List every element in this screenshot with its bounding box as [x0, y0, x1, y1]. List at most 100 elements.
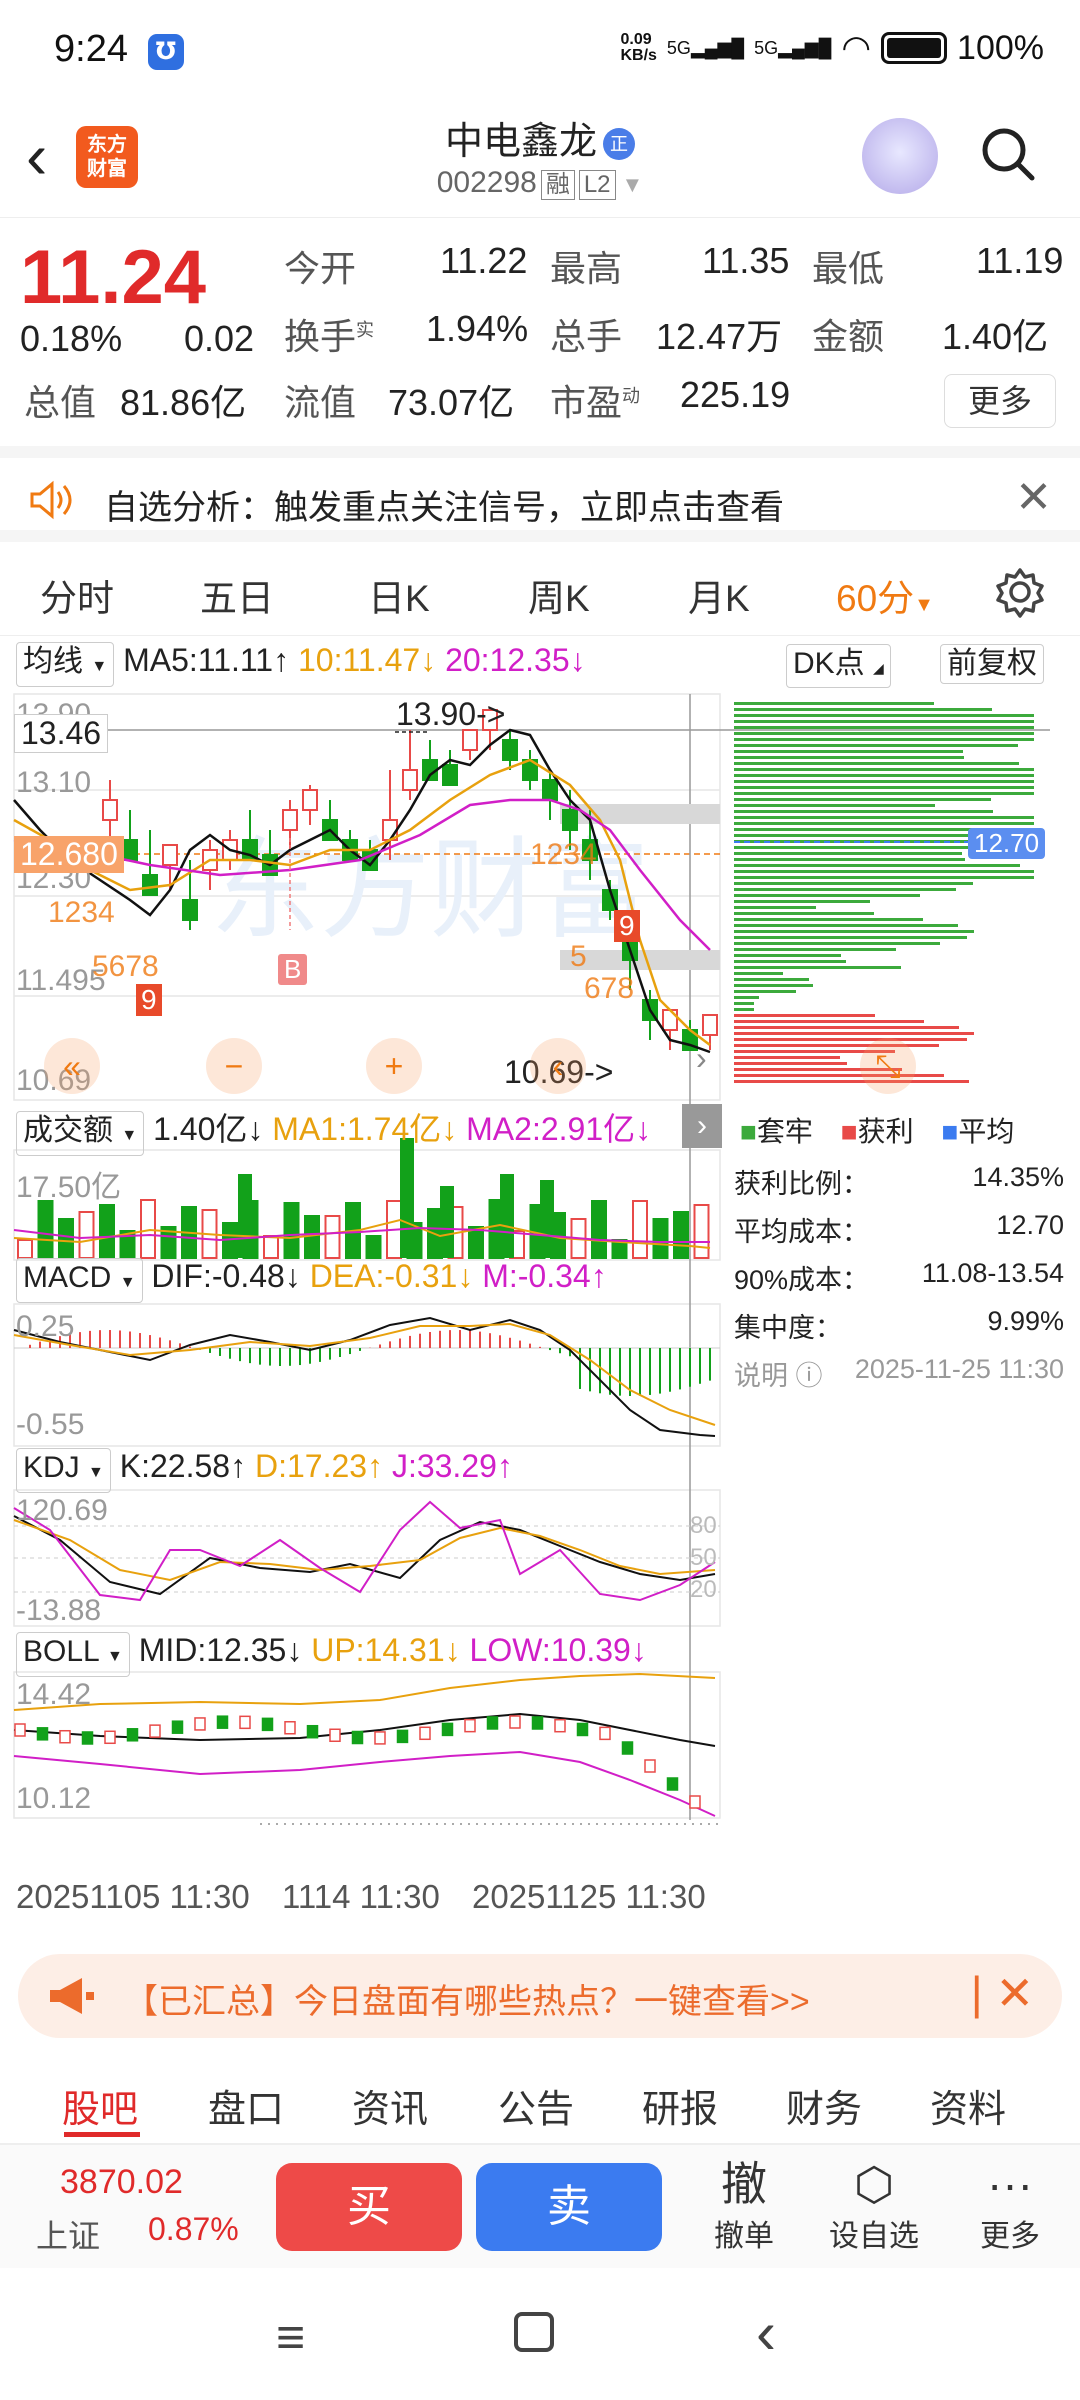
- chip-bar: [734, 936, 967, 939]
- dk-dropdown[interactable]: DK点 ◢: [786, 644, 891, 688]
- tab-announcements[interactable]: 公告: [498, 2078, 574, 2133]
- volume-dropdown[interactable]: 成交额 ▼: [16, 1111, 145, 1156]
- menu-icon[interactable]: ≡: [276, 2308, 305, 2366]
- chip-bar: [734, 1026, 959, 1029]
- chip-bar: [734, 978, 809, 981]
- more-menu-button[interactable]: ··· 更多: [950, 2157, 1070, 2255]
- boll-indicator-row: BOLL ▼ MID:12.35↓ UP:14.31↓ LOW:10.39↓: [16, 1632, 647, 1677]
- close-icon[interactable]: ✕: [1015, 472, 1052, 523]
- high-label: 最高: [550, 248, 623, 289]
- volume-ma2: MA2:2.91亿↓: [466, 1111, 652, 1147]
- index-change[interactable]: 0.87%: [148, 2211, 239, 2248]
- volume-bar: [17, 1239, 33, 1259]
- chip-bar: [734, 804, 935, 807]
- tab-60min-label: 60分: [836, 578, 915, 619]
- tab-monthly-k[interactable]: 月K: [688, 568, 750, 622]
- arrow-right-icon[interactable]: ›: [696, 1040, 707, 1077]
- settings-gear-icon[interactable]: [994, 566, 1046, 618]
- chip-bar: [734, 1062, 847, 1065]
- megaphone-icon: [50, 1978, 94, 2014]
- volume-indicator-row: 成交额 ▼ 1.40亿↓ MA1:1.74亿↓ MA2:2.91亿↓: [16, 1104, 651, 1156]
- kdj-level-20: 20: [690, 1576, 717, 1603]
- back-nav-icon[interactable]: ‹: [756, 2298, 776, 2367]
- tab-timeshare[interactable]: 分时: [40, 568, 114, 622]
- chip-bar: [734, 732, 1034, 735]
- scroll-left-icon[interactable]: «: [44, 1038, 100, 1094]
- home-icon[interactable]: [514, 2312, 554, 2352]
- speaker-icon: [30, 480, 72, 520]
- hotspot-banner[interactable]: 【已汇总】今日盘面有哪些热点？一键查看>> | ✕: [18, 1954, 1062, 2038]
- banner-close-icon[interactable]: | ✕: [971, 1966, 1034, 2020]
- collapse-panel-icon[interactable]: ›: [682, 1104, 722, 1148]
- tab-60min[interactable]: 60分▼: [836, 568, 934, 622]
- add-watchlist-button[interactable]: ⬡ 设自选: [814, 2157, 934, 2255]
- boll-y-bottom: 10.12: [16, 1782, 92, 1815]
- boll-low: LOW:10.39↓: [469, 1632, 647, 1668]
- tab-financials[interactable]: 财务: [786, 2078, 862, 2133]
- boll-low-line: [13, 1750, 716, 1817]
- avg-cost-label: 平均成本：: [734, 1217, 869, 1247]
- tab-weekly-k[interactable]: 周K: [528, 568, 590, 622]
- buy-signal-marker: B: [278, 954, 308, 985]
- tab-orderbook[interactable]: 盘口: [208, 2078, 284, 2133]
- amount-label: 金额: [812, 316, 885, 357]
- cancel-order-button[interactable]: 撤撤单: [684, 2157, 804, 2255]
- chip-bar: [734, 780, 1034, 783]
- volume-bar: [693, 1204, 710, 1259]
- sell-button[interactable]: 卖: [476, 2163, 662, 2251]
- chip-bar: [734, 870, 1034, 873]
- expand-icon[interactable]: ⤡: [860, 1038, 916, 1094]
- more-button[interactable]: 更多: [944, 374, 1056, 428]
- tab-five-day[interactable]: 五日: [200, 568, 274, 622]
- kdj-dropdown-label: KDJ: [23, 1451, 80, 1484]
- zoom-in-icon[interactable]: +: [366, 1038, 422, 1094]
- open-label: 今开: [284, 248, 357, 289]
- volume-value: 12.47万: [656, 316, 783, 357]
- chip-bar: [734, 990, 796, 993]
- legend-profit: 获利: [857, 1116, 914, 1147]
- td-sequence-1: 1234: [48, 896, 115, 929]
- macd-dropdown[interactable]: MACD ▼: [16, 1258, 143, 1303]
- tab-news[interactable]: 资讯: [352, 2078, 428, 2133]
- ma-dropdown[interactable]: 均线 ▼: [16, 642, 115, 687]
- info-tabs: 股吧 盘口 资讯 公告 研报 财务 资料: [0, 2058, 1080, 2144]
- volume-bar: [540, 1180, 554, 1258]
- x-label-start: 20251105 11:30: [16, 1878, 250, 1915]
- adjust-button[interactable]: 前复权: [940, 644, 1044, 684]
- trade-bar: 3870.02 上证 0.87% 买 卖 撤撤单 ⬡ 设自选 ··· 更多: [0, 2144, 1080, 2268]
- boll-candle: [644, 1759, 656, 1773]
- robot-assistant-icon[interactable]: [862, 118, 938, 194]
- kdj-dropdown[interactable]: KDJ ▼: [16, 1448, 111, 1493]
- tab-forum[interactable]: 股吧: [62, 2078, 138, 2133]
- analysis-notice[interactable]: 自选分析：触发重点关注信号，立即点击查看 ✕: [0, 446, 1080, 542]
- chip-bar: [734, 1032, 974, 1035]
- boll-candle: [239, 1715, 251, 1730]
- signal-label-2: 5G: [754, 37, 779, 58]
- kdj-d: D:17.23↑: [254, 1448, 384, 1484]
- kline-chart-area[interactable]: 均线 ▼ MA5:11.11↑ 10:11.47↓ 20:12.35↓ DK点 …: [0, 636, 1080, 1936]
- concentration-label: 集中度：: [734, 1313, 842, 1343]
- buy-button[interactable]: 买: [276, 2163, 462, 2251]
- pe-value: 225.19: [680, 374, 791, 415]
- candle-body: [662, 1009, 678, 1031]
- index-value[interactable]: 3870.02: [60, 2163, 183, 2202]
- high-value: 11.35: [702, 240, 790, 281]
- boll-dropdown[interactable]: BOLL ▼: [16, 1632, 130, 1677]
- period-tabs: 分时 五日 日K 周K 月K 60分▼: [0, 550, 1080, 636]
- boll-candle: [104, 1730, 116, 1745]
- zoom-out-icon[interactable]: −: [206, 1038, 262, 1094]
- chip-bar: [734, 984, 813, 987]
- tab-daily-k[interactable]: 日K: [368, 568, 430, 622]
- candle-body: [282, 809, 298, 831]
- tab-research[interactable]: 研报: [642, 2078, 718, 2133]
- index-name[interactable]: 上证: [36, 2211, 100, 2257]
- tab-profile[interactable]: 资料: [930, 2078, 1006, 2133]
- turnover-sup: 实: [356, 320, 375, 340]
- info-row[interactable]: 说明 ⓘ 2025-11-25 11:30: [734, 1354, 1064, 1391]
- ma-dropdown-label: 均线: [23, 645, 83, 678]
- search-icon[interactable]: [980, 126, 1036, 182]
- boll-mid: MID:12.35↓: [138, 1632, 303, 1668]
- boll-candle: [531, 1716, 544, 1730]
- volume-bar: [591, 1200, 607, 1259]
- scroll-right-icon[interactable]: ‹: [530, 1038, 586, 1094]
